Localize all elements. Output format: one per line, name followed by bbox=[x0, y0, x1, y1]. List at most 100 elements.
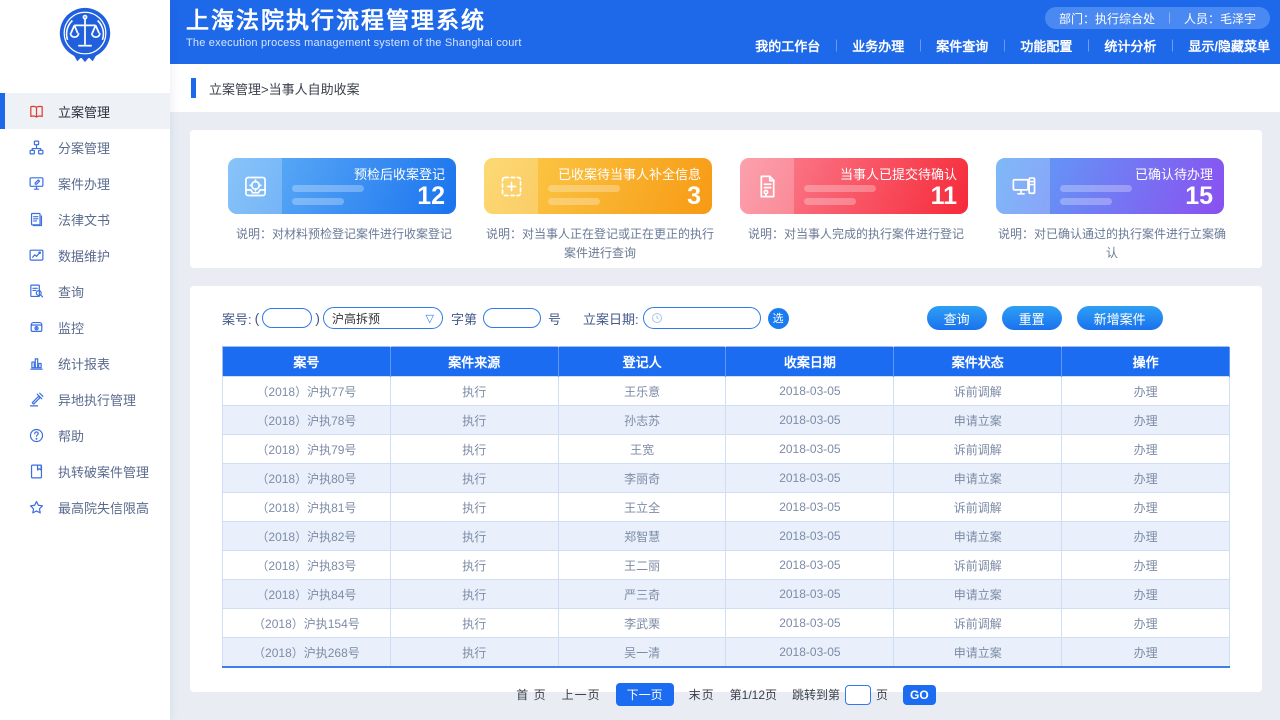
table-cell: 李武栗 bbox=[558, 609, 726, 638]
case-no-label: 案号: bbox=[222, 309, 252, 328]
sidebar-item-3[interactable]: 法律文书 bbox=[0, 201, 170, 237]
table-cell: 王立全 bbox=[558, 493, 726, 522]
monitor-eye-icon bbox=[27, 318, 45, 336]
handle-action-link[interactable]: 办理 bbox=[1062, 609, 1230, 638]
sidebar-item-10[interactable]: 执转破案件管理 bbox=[0, 453, 170, 489]
stat-description: 说明：对已确认通过的执行案件进行立案确认 bbox=[996, 225, 1228, 262]
handle-action-link[interactable]: 办理 bbox=[1062, 580, 1230, 609]
monitor-edit-icon bbox=[27, 174, 45, 192]
stat-card-supplement: 已收案待当事人补全信息 3 说明：对当事人正在登记或正在更正的执行案件进行查询 bbox=[484, 158, 712, 268]
case-no-prefix-input[interactable] bbox=[262, 308, 312, 328]
table-cell: 执行 bbox=[390, 638, 558, 668]
precheck-card[interactable]: 预检后收案登记 12 bbox=[228, 158, 456, 214]
submitted-card[interactable]: 当事人已提交待确认 11 bbox=[740, 158, 968, 214]
nav-separator: ｜ bbox=[914, 37, 926, 54]
action-buttons: 查询 重置 新增案件 bbox=[927, 306, 1163, 330]
table-cell: （2018）沪执154号 bbox=[223, 609, 391, 638]
sidebar-item-0[interactable]: 立案管理 bbox=[0, 93, 170, 129]
sidebar-item-2[interactable]: 案件办理 bbox=[0, 165, 170, 201]
query-button[interactable]: 查询 bbox=[927, 306, 987, 330]
sidebar-item-1[interactable]: 分案管理 bbox=[0, 129, 170, 165]
case-list-panel: 案号: ( ) 沪高拆预 ▽ 字第 号 立案日期: 选 查询 重置 新增案件 案… bbox=[190, 286, 1262, 692]
nav-item-0[interactable]: 我的工作台 bbox=[755, 36, 820, 55]
nav-item-2[interactable]: 案件查询 bbox=[936, 36, 988, 55]
table-cell: 申请立案 bbox=[894, 580, 1062, 609]
reset-button[interactable]: 重置 bbox=[1002, 306, 1062, 330]
table-cell: 王宽 bbox=[558, 435, 726, 464]
handle-action-link[interactable]: 办理 bbox=[1062, 493, 1230, 522]
table-cell: （2018）沪执80号 bbox=[223, 464, 391, 493]
new-case-button[interactable]: 新增案件 bbox=[1077, 306, 1163, 330]
case-serial-input[interactable] bbox=[483, 308, 541, 328]
paren-open: ( bbox=[255, 310, 260, 326]
court-emblem-icon bbox=[54, 5, 116, 67]
sidebar-item-4[interactable]: 数据维护 bbox=[0, 237, 170, 273]
next-page-button[interactable]: 下一页 bbox=[616, 683, 674, 706]
star-icon bbox=[27, 498, 45, 516]
sidebar-item-label: 立案管理 bbox=[58, 102, 110, 121]
table-cell: （2018）沪执268号 bbox=[223, 638, 391, 668]
table-cell: 2018-03-05 bbox=[726, 377, 894, 406]
first-page-link[interactable]: 首 页 bbox=[516, 686, 546, 703]
sidebar-item-11[interactable]: 最高院失信限高 bbox=[0, 489, 170, 525]
last-page-link[interactable]: 末页 bbox=[689, 686, 715, 703]
filing-date-input[interactable] bbox=[643, 307, 761, 329]
nav-item-5[interactable]: 显示/隐藏菜单 bbox=[1188, 36, 1270, 55]
stat-card-confirmed: 已确认待办理 15 说明：对已确认通过的执行案件进行立案确认 bbox=[996, 158, 1224, 268]
table-cell: 执行 bbox=[390, 435, 558, 464]
handle-action-link[interactable]: 办理 bbox=[1062, 464, 1230, 493]
stat-value: 11 bbox=[931, 184, 957, 209]
document-seal-icon bbox=[740, 158, 794, 214]
stat-description: 说明：对当事人完成的执行案件进行登记 bbox=[740, 225, 972, 244]
sidebar-item-9[interactable]: 帮助 bbox=[0, 417, 170, 453]
paren-close: ) bbox=[315, 310, 320, 326]
court-code-select[interactable]: 沪高拆预 ▽ bbox=[323, 307, 443, 329]
handle-action-link[interactable]: 办理 bbox=[1062, 522, 1230, 551]
handle-action-link[interactable]: 办理 bbox=[1062, 406, 1230, 435]
table-row: （2018）沪执84号执行严三奇2018-03-05申请立案办理 bbox=[223, 580, 1230, 609]
handle-action-link[interactable]: 办理 bbox=[1062, 551, 1230, 580]
date-pick-button[interactable]: 选 bbox=[768, 308, 789, 329]
sidebar-item-label: 帮助 bbox=[58, 426, 84, 445]
table-cell: 2018-03-05 bbox=[726, 580, 894, 609]
sidebar-item-8[interactable]: 异地执行管理 bbox=[0, 381, 170, 417]
jump-page-input[interactable] bbox=[845, 685, 871, 705]
table-cell: 2018-03-05 bbox=[726, 638, 894, 668]
prev-page-link[interactable]: 上一页 bbox=[562, 686, 601, 703]
book-icon bbox=[27, 102, 45, 120]
sidebar-item-label: 最高院失信限高 bbox=[58, 498, 149, 517]
handle-action-link[interactable]: 办理 bbox=[1062, 377, 1230, 406]
table-cell: 李丽奇 bbox=[558, 464, 726, 493]
nav-item-1[interactable]: 业务办理 bbox=[852, 36, 904, 55]
table-cell: （2018）沪执78号 bbox=[223, 406, 391, 435]
table-header-row: 案号案件来源登记人收案日期案件状态操作 bbox=[223, 347, 1230, 377]
table-cell: 吴一清 bbox=[558, 638, 726, 668]
sidebar-item-7[interactable]: 统计报表 bbox=[0, 345, 170, 381]
clock-icon bbox=[651, 312, 663, 324]
handle-action-link[interactable]: 办理 bbox=[1062, 638, 1230, 668]
table-row: （2018）沪执154号执行李武栗2018-03-05诉前调解办理 bbox=[223, 609, 1230, 638]
bar-chart-icon bbox=[27, 354, 45, 372]
go-button[interactable]: GO bbox=[903, 685, 936, 705]
nav-item-4[interactable]: 统计分析 bbox=[1104, 36, 1156, 55]
handle-action-link[interactable]: 办理 bbox=[1062, 435, 1230, 464]
confirmed-card[interactable]: 已确认待办理 15 bbox=[996, 158, 1224, 214]
column-header: 案件来源 bbox=[390, 347, 558, 377]
table-row: （2018）沪执78号执行孙志苏2018-03-05申请立案办理 bbox=[223, 406, 1230, 435]
table-cell: （2018）沪执79号 bbox=[223, 435, 391, 464]
search-doc-icon bbox=[27, 282, 45, 300]
table-cell: （2018）沪执81号 bbox=[223, 493, 391, 522]
sidebar-item-5[interactable]: 查询 bbox=[0, 273, 170, 309]
table-cell: （2018）沪执82号 bbox=[223, 522, 391, 551]
table-cell: 2018-03-05 bbox=[726, 406, 894, 435]
table-cell: 执行 bbox=[390, 609, 558, 638]
stat-value: 15 bbox=[1185, 184, 1213, 209]
table-cell: 诉前调解 bbox=[894, 493, 1062, 522]
question-icon bbox=[27, 426, 45, 444]
stat-description: 说明：对材料预检登记案件进行收案登记 bbox=[228, 225, 460, 244]
sidebar-item-6[interactable]: 监控 bbox=[0, 309, 170, 345]
jump-group: 跳转到第 页 bbox=[792, 685, 888, 705]
supplement-card[interactable]: 已收案待当事人补全信息 3 bbox=[484, 158, 712, 214]
table-cell: 诉前调解 bbox=[894, 551, 1062, 580]
nav-item-3[interactable]: 功能配置 bbox=[1020, 36, 1072, 55]
